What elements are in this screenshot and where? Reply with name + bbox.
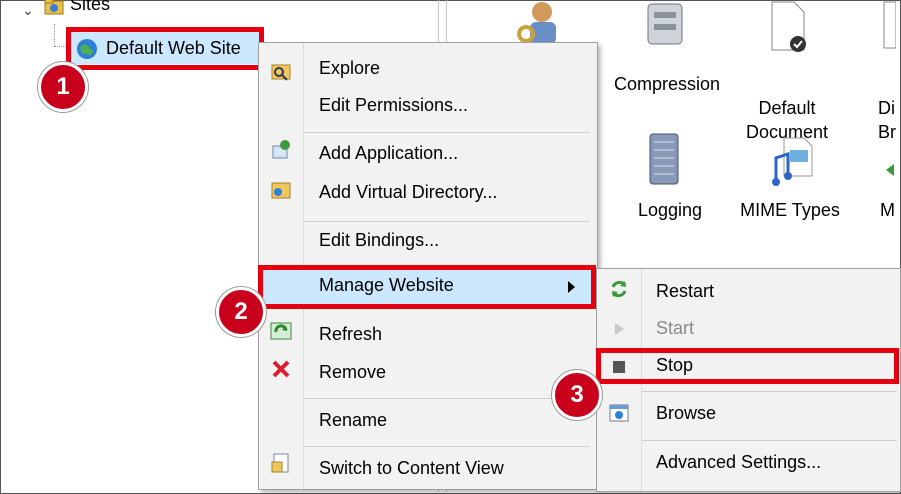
menu-separator: [304, 398, 589, 399]
menu-item-add-virtual-directory[interactable]: Add Virtual Directory...: [319, 182, 497, 203]
menu-item-edit-bindings[interactable]: Edit Bindings...: [319, 230, 439, 251]
add-application-icon: [270, 138, 292, 160]
default-document-icon[interactable]: [768, 0, 808, 54]
highlight-box-1: [66, 27, 264, 70]
mime-types-icon[interactable]: [770, 136, 816, 186]
submenu-item-restart[interactable]: Restart: [656, 281, 714, 302]
feature-label: Di Br: [878, 98, 896, 142]
menu-separator: [642, 391, 897, 392]
restart-icon: [608, 278, 630, 300]
explore-icon: [270, 61, 292, 83]
step-badge-1: 1: [38, 62, 88, 112]
feature-label: MIME Types: [740, 200, 840, 220]
submenu-item-start[interactable]: Start: [656, 318, 694, 339]
user-icon[interactable]: [512, 0, 562, 48]
menu-separator: [304, 132, 589, 133]
menu-separator: [304, 221, 589, 222]
folder-globe-icon: [44, 0, 64, 15]
menu-item-add-application[interactable]: Add Application...: [319, 143, 458, 164]
chevron-down-icon[interactable]: ⌄: [22, 2, 34, 19]
menu-item-edit-permissions[interactable]: Edit Permissions...: [319, 95, 468, 116]
tree-connector: [54, 24, 56, 46]
remove-icon: [270, 358, 292, 380]
submenu-item-advanced-settings[interactable]: Advanced Settings...: [656, 452, 821, 473]
highlight-box-2: [258, 265, 596, 309]
directory-browsing-icon[interactable]: [880, 0, 897, 50]
feature-modules[interactable]: M: [880, 198, 900, 222]
menu-separator: [642, 440, 897, 441]
highlight-box-3: [596, 348, 899, 384]
feature-logging[interactable]: Logging: [620, 198, 720, 222]
feature-mime-types[interactable]: MIME Types: [740, 198, 840, 222]
feature-label: Compression: [613, 74, 721, 94]
feature-label: Logging: [637, 200, 703, 220]
menu-item-switch-content-view[interactable]: Switch to Content View: [319, 458, 504, 479]
feature-compression[interactable]: Compression: [602, 72, 732, 96]
step-badge-2: 2: [216, 287, 266, 337]
start-icon: [608, 318, 630, 340]
menu-item-refresh[interactable]: Refresh: [319, 324, 382, 345]
menu-item-remove[interactable]: Remove: [319, 362, 386, 383]
refresh-icon: [270, 320, 292, 342]
browse-icon: [608, 402, 630, 424]
add-virtual-directory-icon: [270, 178, 292, 200]
tree-node-label: Sites: [70, 0, 111, 14]
feature-default-document[interactable]: Default Document: [742, 72, 832, 144]
feature-label: M: [880, 200, 895, 220]
feature-directory-browsing[interactable]: Di Br: [878, 72, 901, 144]
submenu-item-browse[interactable]: Browse: [656, 403, 716, 424]
modules-icon[interactable]: [884, 160, 898, 180]
menu-item-rename[interactable]: Rename: [319, 410, 387, 431]
step-badge-3: 3: [552, 370, 602, 420]
menu-item-explore[interactable]: Explore: [319, 58, 380, 79]
menu-separator: [304, 446, 589, 447]
content-view-icon: [270, 452, 292, 474]
logging-icon[interactable]: [644, 132, 684, 188]
compression-icon[interactable]: [640, 0, 690, 52]
